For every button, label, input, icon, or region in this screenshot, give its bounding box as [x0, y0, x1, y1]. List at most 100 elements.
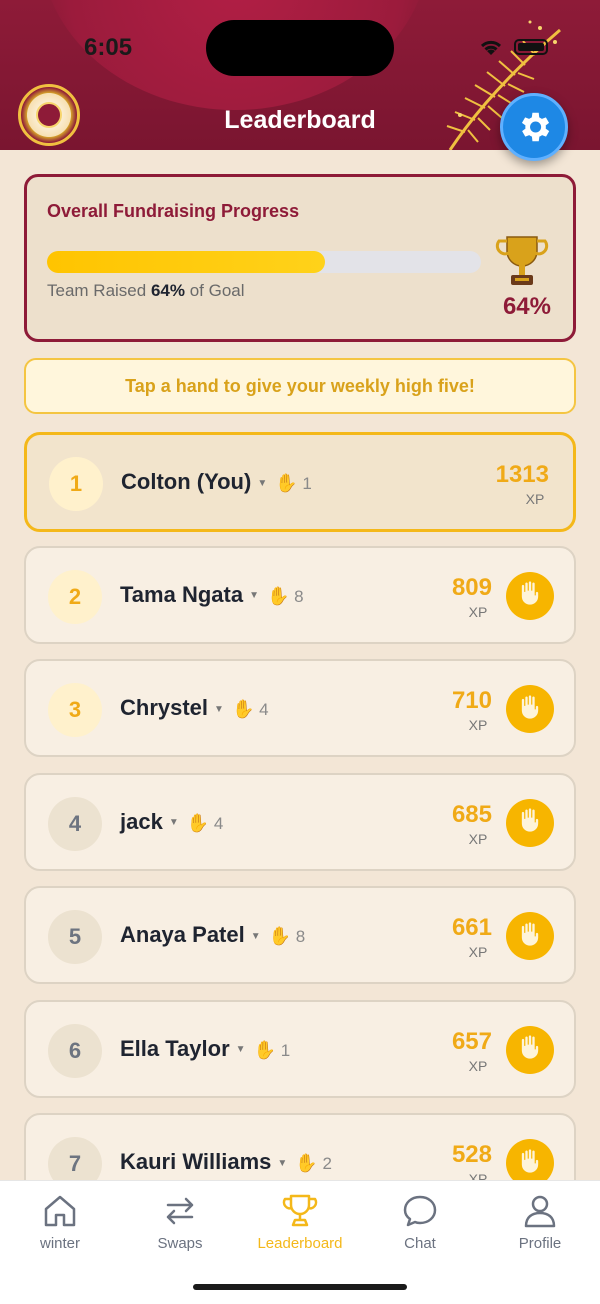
high-five-count: ✋ 4	[231, 699, 269, 719]
hand-icon	[516, 579, 544, 612]
high-five-button[interactable]	[506, 571, 554, 620]
player-name[interactable]: Tama Ngata	[120, 582, 243, 607]
player-name-row: Colton (You) ▼ ✋ 1	[121, 469, 312, 495]
tab-label: Swaps	[157, 1235, 203, 1252]
player-name[interactable]: Ella Taylor	[120, 1036, 230, 1061]
gear-icon	[521, 112, 550, 142]
high-five-number: 4	[259, 700, 269, 719]
status-icons	[478, 38, 548, 56]
xp-value: 657	[451, 1027, 492, 1055]
progress-percent: 64%	[502, 293, 551, 320]
profile-icon	[524, 1195, 556, 1228]
hand-icon: ✋	[268, 926, 292, 946]
wifi-icon	[480, 40, 502, 55]
high-five-number: 1	[302, 474, 312, 493]
high-five-count: ✋ 2	[295, 1153, 332, 1173]
xp-value: 528	[451, 1141, 492, 1168]
tab-label: Profile	[518, 1235, 562, 1252]
tab-leaderboard[interactable]: Leaderboard	[240, 1191, 360, 1252]
high-five-number: 4	[213, 813, 224, 833]
fundraising-progress-card: Overall Fundraising Progress Team Raised…	[24, 174, 576, 342]
leaderboard-row: 1 Colton (You) ▼ ✋ 1 1313 XP	[24, 432, 576, 532]
player-name[interactable]: Anaya Patel	[120, 922, 245, 947]
rank-badge: 4	[48, 796, 102, 851]
trophy-icon	[282, 1194, 318, 1227]
xp-label: XP	[468, 717, 488, 733]
chevron-down-icon[interactable]: ▼	[169, 817, 179, 828]
progress-bar-fill	[47, 251, 325, 273]
xp-label: XP	[468, 830, 488, 847]
dynamic-island	[206, 20, 394, 76]
leaderboard-row: 5 Anaya Patel ▼ ✋ 8 661 XP	[24, 886, 576, 984]
xp-label: XP	[525, 491, 545, 507]
high-five-button[interactable]	[506, 1025, 554, 1074]
high-five-number: 2	[322, 1154, 332, 1173]
player-name[interactable]: jack	[120, 809, 163, 834]
home-indicator	[193, 1284, 407, 1290]
hand-icon	[516, 806, 544, 839]
hand-icon	[516, 693, 544, 726]
progress-title: Overall Fundraising Progress	[47, 201, 300, 221]
tab-label: winter	[39, 1235, 80, 1252]
player-name[interactable]: Kauri Williams	[120, 1149, 271, 1174]
high-five-number: 1	[280, 1040, 291, 1060]
xp-value: 661	[451, 914, 492, 941]
player-name-row: Kauri Williams ▼ ✋ 2	[120, 1149, 332, 1175]
chevron-down-icon[interactable]: ▼	[214, 704, 224, 715]
settings-button[interactable]	[500, 93, 568, 161]
tab-chat[interactable]: Chat	[360, 1191, 480, 1252]
leaderboard-row: 4 jack ▼ ✋ 4 685 XP	[24, 772, 576, 871]
xp-value: 809	[451, 573, 492, 601]
leaderboard-row: 6 Ella Taylor ▼ ✋ 1 657 XP	[24, 999, 576, 1098]
chevron-down-icon[interactable]: ▼	[257, 478, 267, 489]
chevron-down-icon[interactable]: ▼	[251, 931, 261, 942]
high-five-number: 8	[295, 927, 306, 946]
hand-icon: ✋	[275, 473, 298, 493]
progress-bar	[47, 251, 481, 273]
chevron-down-icon[interactable]: ▼	[277, 1158, 287, 1169]
tab-label: Chat	[404, 1235, 436, 1252]
player-name-row: jack ▼ ✋ 4	[120, 809, 223, 835]
high-five-button[interactable]	[506, 685, 554, 733]
home-icon	[44, 1195, 76, 1227]
high-five-button[interactable]	[506, 798, 554, 847]
high-five-button[interactable]	[506, 912, 554, 960]
hand-icon	[516, 1033, 544, 1066]
player-name[interactable]: Chrystel	[120, 695, 208, 720]
rank-badge: 1	[49, 457, 103, 511]
player-name-row: Anaya Patel ▼ ✋ 8	[120, 922, 305, 948]
progress-subtitle: Team Raised 64% of Goal	[47, 281, 245, 301]
rank-badge: 6	[48, 1023, 102, 1078]
hand-icon: ✋	[231, 699, 255, 719]
rank-badge: 2	[48, 569, 102, 624]
xp-value: 685	[451, 800, 492, 828]
xp-label: XP	[468, 1057, 488, 1074]
xp-label: XP	[468, 944, 488, 960]
swap-icon	[166, 1197, 194, 1225]
progress-sub-value: 64%	[150, 281, 185, 300]
tab-winter[interactable]: winter	[0, 1191, 120, 1252]
tab-profile[interactable]: Profile	[480, 1191, 600, 1252]
hand-icon	[516, 1147, 544, 1180]
player-name-row: Chrystel ▼ ✋ 4	[120, 695, 269, 721]
chevron-down-icon[interactable]: ▼	[236, 1044, 246, 1055]
trophy-icon	[495, 236, 549, 285]
battery-icon	[514, 39, 548, 55]
xp-label: XP	[468, 603, 488, 620]
player-name[interactable]: Colton (You)	[121, 469, 251, 494]
hand-icon	[516, 920, 544, 953]
high-five-count: ✋ 8	[268, 926, 306, 946]
hand-icon: ✋	[253, 1039, 276, 1060]
hand-icon: ✋	[295, 1153, 318, 1173]
chevron-down-icon[interactable]: ▼	[249, 590, 259, 601]
player-name-row: Ella Taylor ▼ ✋ 1	[120, 1036, 290, 1062]
high-five-count: ✋ 8	[267, 586, 304, 606]
tab-swaps[interactable]: Swaps	[120, 1191, 240, 1252]
xp-value: 1313	[495, 461, 549, 488]
progress-sub-suffix: of Goal	[184, 281, 245, 300]
hand-icon: ✋	[186, 812, 210, 833]
high-five-count: ✋ 1	[275, 473, 312, 493]
high-five-tip: Tap a hand to give your weekly high five…	[24, 358, 576, 414]
chat-icon	[403, 1195, 437, 1227]
status-time: 6:05	[84, 34, 133, 61]
